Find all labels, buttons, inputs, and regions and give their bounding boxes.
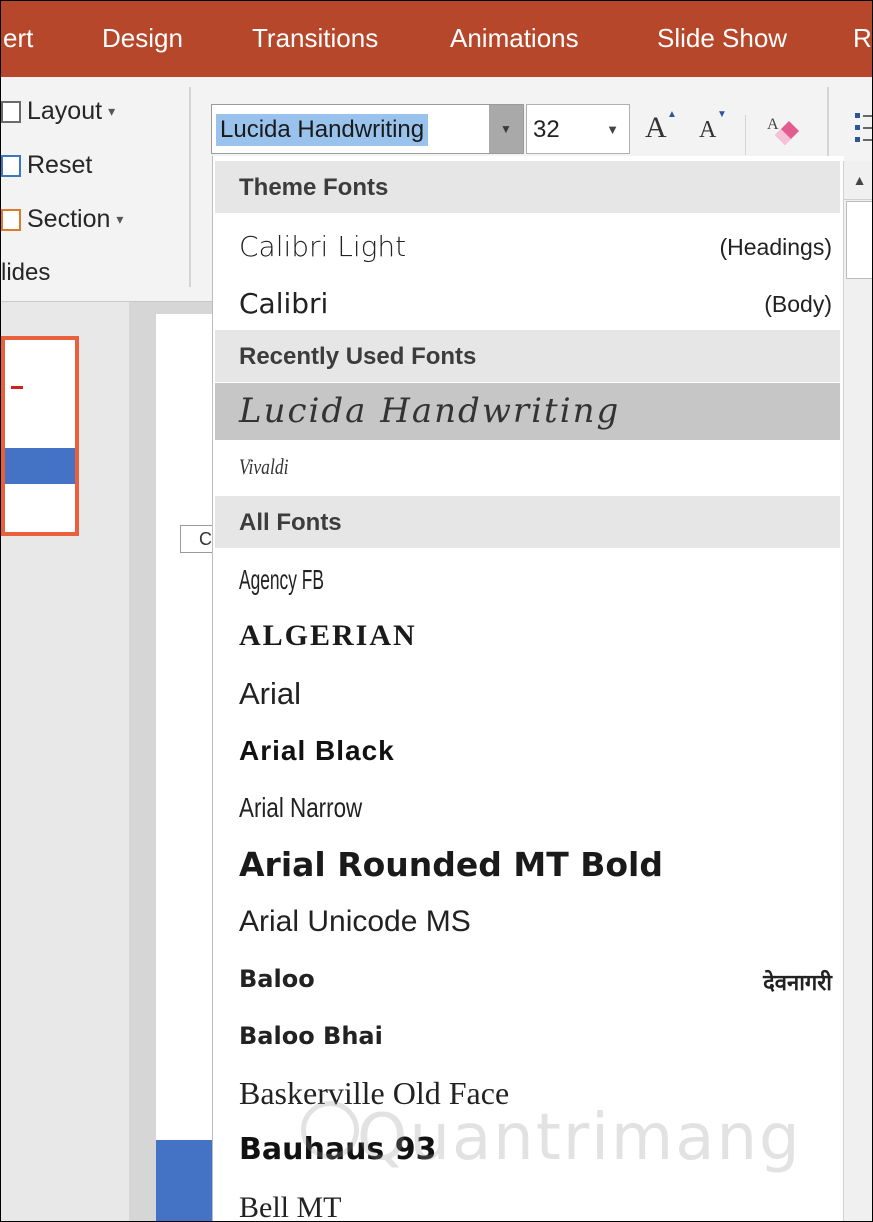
font-item-label: Bell MT [239,1191,342,1222]
reset-label: Reset [27,151,93,179]
tab-transitions[interactable]: Transitions [252,23,378,54]
section-header-theme-fonts: Theme Fonts [215,161,840,213]
decrease-font-size-button[interactable]: A ▼ [699,109,727,144]
section-icon [1,208,21,231]
arrow-down-icon: ▼ [717,109,727,120]
font-item-label: Calibri Light [239,230,407,263]
increase-font-size-button[interactable]: A ▲ [645,109,677,145]
reset-icon [1,154,21,177]
section-header-recent-fonts: Recently Used Fonts [215,330,840,382]
font-size-combobox[interactable]: 32 ▼ [526,104,630,154]
font-item-arial-unicode-ms[interactable]: Arial Unicode MS [215,894,840,951]
svg-text:A: A [767,116,779,133]
slide-placeholder-text: C [199,529,212,549]
chevron-down-icon[interactable]: ▼ [606,122,619,137]
watermark-logo-icon [301,1101,359,1159]
font-item-arial-rounded-mt-bold[interactable]: Arial Rounded MT Bold [215,837,840,894]
font-item-baloo-bhai[interactable]: Baloo Bhai [215,1008,840,1065]
slides-group-label: lides [1,259,51,286]
tab-design[interactable]: Design [102,23,183,54]
font-item-tag: (Headings) [719,234,833,260]
dropdown-scrollbar[interactable]: ▲ [843,161,872,1221]
section-label: Section [27,205,111,233]
font-item-agency-fb[interactable]: Agency FB [215,552,840,609]
watermark: Quantrimang [357,1101,802,1175]
font-item-algerian[interactable]: ALGERIAN [215,609,840,666]
powerpoint-window: ert Design Transitions Animations Slide … [0,0,873,1222]
font-item-label: Arial Unicode MS [239,905,471,938]
font-item-baloo[interactable]: Baloo देवनागरी [215,951,840,1008]
font-item-label: Arial Rounded MT Bold [239,845,663,884]
font-item-label: Vivaldi [239,454,289,479]
font-size-input[interactable]: 32 [533,116,560,144]
font-item-label: ALGERIAN [239,619,417,652]
layout-icon [1,100,21,123]
all-fonts-header: All Fonts [239,509,342,536]
increase-font-size-label: A [645,111,667,144]
font-item-label: Lucida Handwriting [239,391,621,431]
decrease-font-size-label: A [699,117,717,143]
chevron-down-icon: ▾ [116,211,124,227]
font-item-arial-narrow[interactable]: Arial Narrow [215,780,840,837]
bullets-icon[interactable] [853,109,873,149]
tab-insert[interactable]: ert [3,23,33,54]
tab-animations[interactable]: Animations [450,23,579,54]
reset-button[interactable]: Reset [1,151,92,180]
layout-label: Layout [27,97,103,125]
thumbnail-mark [11,386,23,389]
clear-formatting-icon[interactable]: A [765,113,801,147]
font-item-tag: (Body) [764,291,832,317]
scroll-up-arrow-icon[interactable]: ▲ [844,161,872,200]
scrollbar-thumb[interactable] [846,201,872,279]
font-name-dropdown-button[interactable]: ▼ [489,105,523,153]
chevron-down-icon: ▾ [108,103,116,119]
font-name-input[interactable]: Lucida Handwriting [216,114,429,146]
group-divider [827,87,829,157]
section-header-all-fonts: All Fonts [215,496,840,548]
font-item-arial[interactable]: Arial [215,666,840,723]
group-divider [189,87,191,287]
arrow-up-icon: ▲ [667,109,677,120]
font-item-tag: देवनागरी [763,970,832,995]
recent-fonts-header: Recently Used Fonts [239,343,477,370]
divider [745,115,746,155]
tab-review[interactable]: R [853,23,872,54]
ribbon-tab-bar: ert Design Transitions Animations Slide … [1,1,872,77]
font-item-arial-black[interactable]: Arial Black [215,723,840,780]
font-item-calibri[interactable]: Calibri (Body) [215,275,840,332]
font-dropdown-list[interactable]: Theme Fonts Calibri Light (Headings) Cal… [212,156,844,1222]
font-item-label: Arial Narrow [239,792,363,823]
font-item-label: Arial [239,676,302,711]
font-item-calibri-light[interactable]: Calibri Light (Headings) [215,218,840,275]
font-item-label: Arial Black [239,735,395,766]
font-item-vivaldi[interactable]: Vivaldi [215,440,840,497]
layout-button[interactable]: Layout ▾ [1,97,115,126]
font-item-lucida-handwriting[interactable]: Lucida Handwriting [215,383,840,440]
font-item-label: Calibri [239,287,329,320]
font-name-combobox[interactable]: Lucida Handwriting ▼ [211,104,524,154]
thumbnail-bar [5,448,75,484]
slide-thumbnail[interactable] [1,336,79,536]
section-button[interactable]: Section ▾ [1,205,123,234]
font-item-bell-mt[interactable]: Bell MT [215,1179,840,1222]
font-item-label: Baloo Bhai [239,1022,383,1050]
font-item-label: Agency FB [239,564,324,595]
font-item-label: Baloo [239,965,315,993]
theme-fonts-header: Theme Fonts [239,174,389,201]
tab-slide-show[interactable]: Slide Show [657,23,787,54]
